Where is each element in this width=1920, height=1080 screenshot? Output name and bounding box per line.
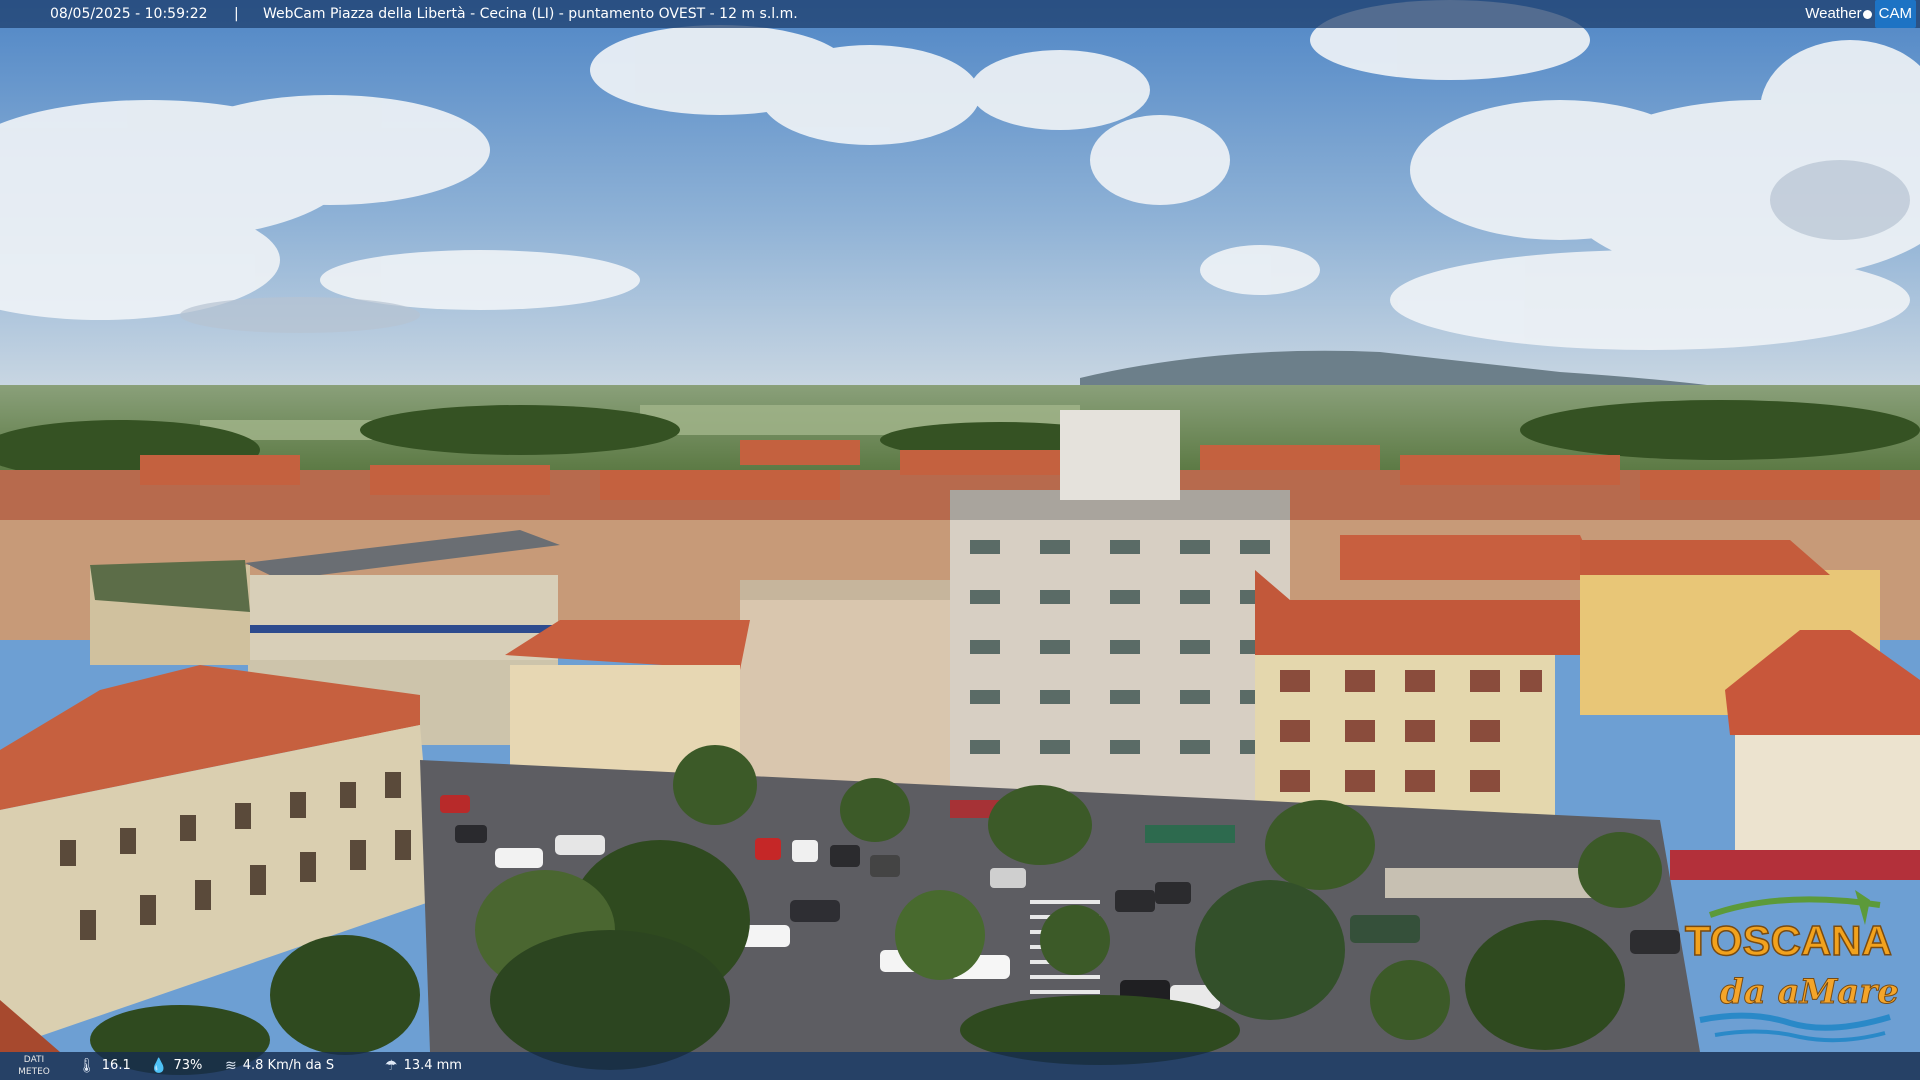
datetime-label: 08/05/2025 - 10:59:22: [50, 6, 208, 22]
webcam-info-bar: 08/05/2025 - 10:59:22 | WebCam Piazza de…: [0, 0, 1920, 28]
temperature-readout: 🌡 16.1: [78, 1052, 131, 1080]
thermometer-icon: 🌡: [78, 1058, 96, 1074]
logo-toscana-text: TOSCANA: [1685, 917, 1892, 964]
webcam-title: WebCam Piazza della Libertà - Cecina (LI…: [263, 6, 798, 22]
temperature-value: 16.1: [101, 1058, 131, 1073]
webcam-scene: [0, 0, 1920, 1075]
logo-daamare-text: da aMare: [1720, 972, 1899, 1012]
brand-dot-icon: [1862, 9, 1872, 19]
toscana-da-amare-logo: TOSCANA da aMare: [1684, 890, 1899, 1043]
rain-readout: ☂ 13.4 mm: [385, 1052, 462, 1080]
drop-icon: 💧: [150, 1058, 168, 1074]
rain-value: 13.4 mm: [403, 1058, 462, 1073]
humidity-readout: 💧 73%: [150, 1052, 202, 1080]
weathercam-logo: Weather CAM: [1805, 0, 1916, 28]
humidity-value: 73%: [173, 1058, 203, 1073]
rain-icon: ☂: [385, 1058, 398, 1074]
wind-readout: ≋ 4.8 Km/h da S: [225, 1052, 334, 1080]
weather-data-bar: DATI METEO 🌡 16.1 💧 73% ≋ 4.8 Km/h da S …: [0, 1052, 1920, 1080]
wind-icon: ≋: [225, 1058, 237, 1074]
wind-value: 4.8 Km/h da S: [242, 1058, 335, 1073]
separator: |: [234, 6, 239, 22]
brand-weather-text: Weather: [1805, 5, 1862, 22]
brand-cam-text: CAM: [1874, 0, 1916, 28]
weather-data-label: DATI METEO: [18, 1055, 50, 1077]
